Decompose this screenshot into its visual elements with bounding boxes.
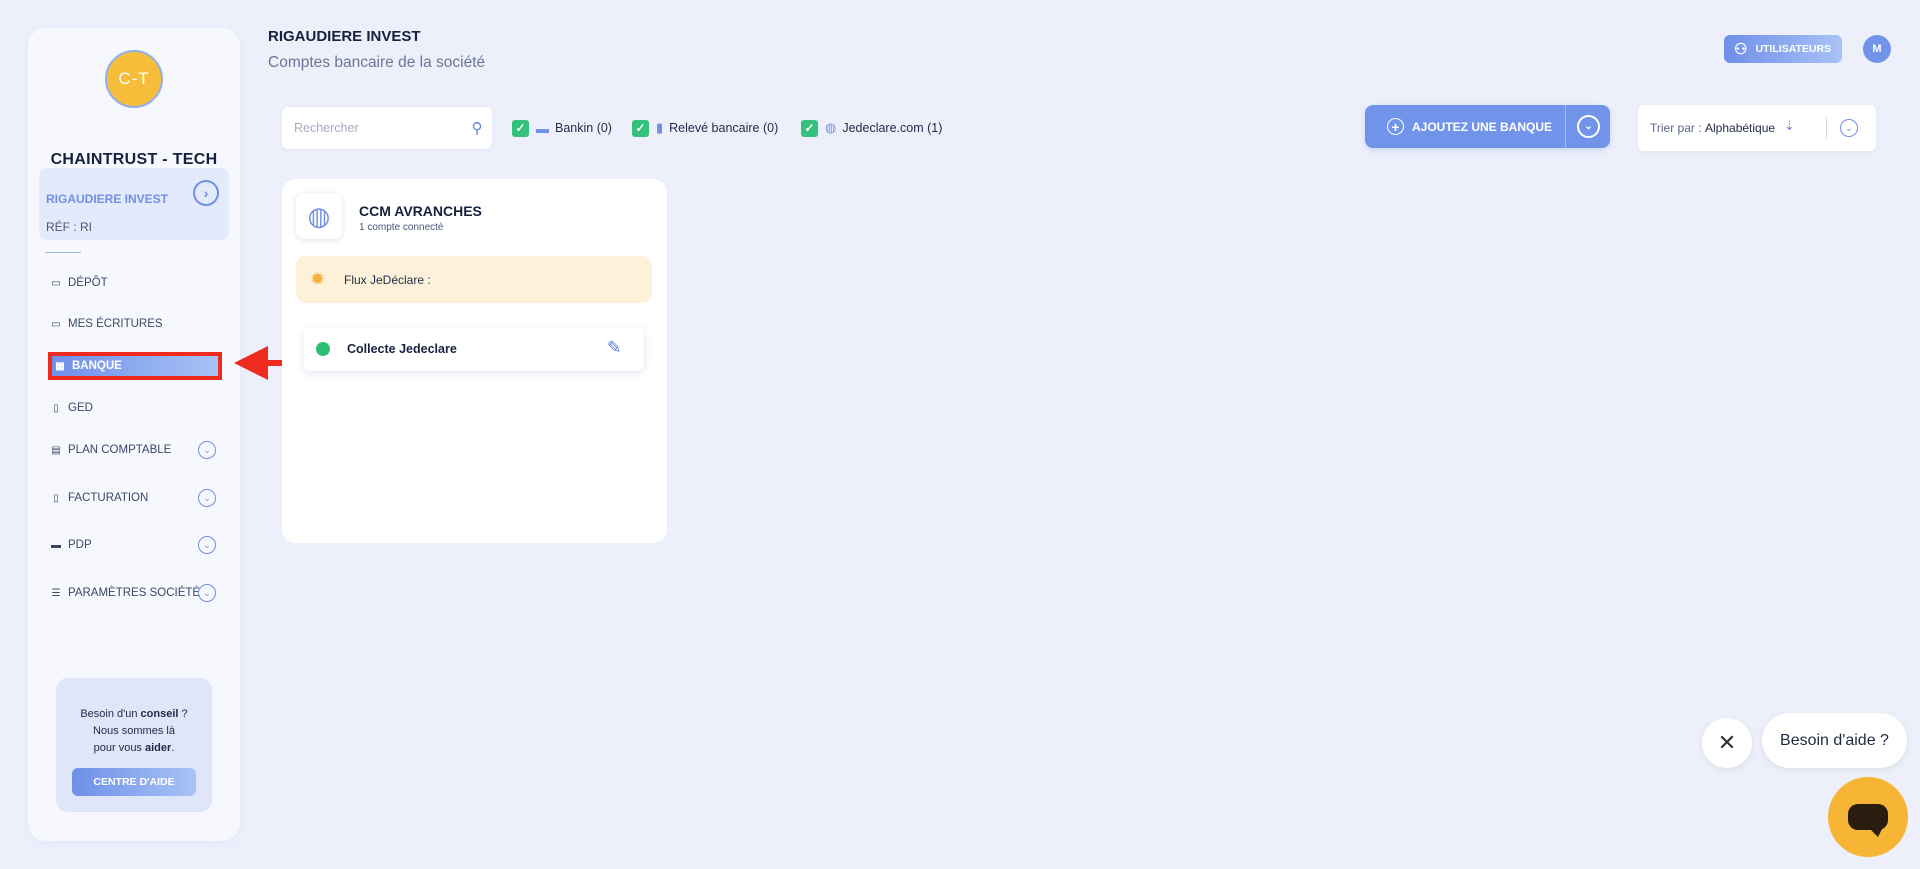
chat-bubble[interactable]: Besoin d'aide ?: [1762, 713, 1907, 768]
sidebar-item-banque[interactable]: ▦ BANQUE: [48, 352, 222, 380]
add-bank-button-group: + AJOUTEZ UNE BANQUE ⌄: [1365, 105, 1610, 148]
chevron-down-icon[interactable]: ⌄: [198, 584, 216, 602]
user-avatar[interactable]: M: [1863, 35, 1891, 63]
close-icon[interactable]: ✕: [1702, 718, 1752, 768]
document-search-icon: ▯: [53, 402, 59, 414]
entity-ref: RÉF : RI: [46, 220, 93, 234]
chevron-down-icon[interactable]: ⌄: [1577, 115, 1600, 138]
card-icon: ▬: [536, 120, 549, 136]
flux-label: Flux JeDéclare :: [344, 273, 431, 287]
ledger-icon: ▤: [51, 444, 61, 456]
add-bank-label: AJOUTEZ UNE BANQUE: [1412, 119, 1553, 134]
users-button-label: UTILISATEURS: [1755, 43, 1832, 55]
sidebar-item-label: MES ÉCRITURES: [68, 318, 163, 330]
card-icon: ▬: [51, 539, 61, 551]
filter-jedeclare[interactable]: ✓ ◍ Jedeclare.com (1): [801, 119, 942, 137]
sidebar-item-depot[interactable]: ▭ DÉPÔT: [50, 271, 220, 295]
bank-name: CCM AVRANCHES: [359, 203, 482, 219]
sort-value: Alphabétique: [1705, 121, 1776, 135]
filter-releve-bancaire[interactable]: ✓ ▮ Relevé bancaire (0): [632, 119, 778, 137]
search-icon[interactable]: ⚲: [468, 119, 486, 137]
filter-label: Bankin (0): [555, 121, 612, 135]
users-button[interactable]: ⚇ UTILISATEURS: [1724, 35, 1842, 63]
help-box: Besoin d'un conseil ? Nous sommes là pou…: [56, 678, 212, 812]
bank-card[interactable]: ◍ CCM AVRANCHES 1 compte connecté ✹ Flux…: [282, 179, 667, 543]
sidebar-item-plan-comptable[interactable]: ▤ PLAN COMPTABLE ⌄: [50, 438, 220, 462]
sort-separator: [1826, 118, 1827, 138]
plus-circle-icon: +: [1387, 118, 1404, 135]
sidebar-item-label: FACTURATION: [68, 492, 149, 504]
folder-upload-icon: ▭: [51, 277, 61, 289]
lightbulb-icon: ✹: [310, 269, 326, 289]
annotation-arrow-head: [234, 346, 268, 380]
sidebar-item-label: PARAMÈTRES SOCIÉTÉ: [68, 587, 201, 599]
bank-icon: ▦: [55, 360, 65, 372]
sort-control[interactable]: Trier par : Alphabétique ⇣ ⌄: [1638, 105, 1876, 151]
chat-icon: [1848, 804, 1888, 837]
users-icon: ⚇: [1734, 41, 1748, 58]
document-icon: ▮: [656, 120, 664, 135]
filter-label: Relevé bancaire (0): [669, 121, 779, 135]
sidebar-item-ged[interactable]: ▯ GED: [50, 396, 220, 420]
entity-selector[interactable]: RIGAUDIERE INVEST RÉF : RI ›: [39, 168, 229, 240]
sidebar-item-label: DÉPÔT: [68, 277, 108, 289]
chevron-down-icon[interactable]: ⌄: [198, 536, 216, 554]
page-title: RIGAUDIERE INVEST: [268, 28, 421, 45]
sidebar-item-label: BANQUE: [72, 360, 122, 372]
invoice-icon: ▯: [53, 492, 59, 504]
sort-label: Trier par :: [1650, 121, 1702, 135]
entity-name: RIGAUDIERE INVEST: [46, 192, 169, 206]
nav-divider: [45, 252, 81, 253]
sidebar-item-label: GED: [68, 402, 93, 414]
globe-icon: ◍: [296, 193, 342, 239]
company-name: CHAINTRUST - TECH: [50, 151, 218, 168]
add-bank-button[interactable]: + AJOUTEZ UNE BANQUE: [1365, 105, 1565, 148]
bank-account-count: 1 compte connecté: [359, 222, 444, 233]
sidebar-item-pdp[interactable]: ▬ PDP ⌄: [50, 533, 220, 557]
sliders-icon: ☰: [51, 587, 61, 599]
flux-banner: ✹ Flux JeDéclare :: [296, 256, 652, 303]
chat-launcher-button[interactable]: [1828, 777, 1908, 857]
sort-alpha-icon[interactable]: ⇣: [1784, 118, 1795, 134]
filter-bankin[interactable]: ✓ ▬ Bankin (0): [512, 119, 612, 137]
account-name: Collecte Jedeclare: [347, 342, 457, 356]
account-row[interactable]: Collecte Jedeclare ✎: [304, 327, 644, 371]
sidebar-item-label: PDP: [68, 539, 92, 551]
search-input[interactable]: [294, 118, 454, 138]
folder-sync-icon: ▭: [51, 318, 61, 330]
sidebar-item-label: PLAN COMPTABLE: [68, 444, 172, 456]
help-text: Besoin d'un conseil ? Nous sommes là pou…: [80, 708, 188, 754]
sidebar: C-T CHAINTRUST - TECH RIGAUDIERE INVEST …: [28, 28, 240, 841]
sidebar-item-parametres-societe[interactable]: ☰ PARAMÈTRES SOCIÉTÉ ⌄: [50, 581, 220, 605]
search-box: ⚲: [282, 107, 492, 149]
checkbox-checked-icon[interactable]: ✓: [632, 119, 649, 137]
chevron-down-icon[interactable]: ⌄: [198, 441, 216, 459]
edit-pencil-icon[interactable]: ✎: [607, 338, 621, 358]
sidebar-item-mes-ecritures[interactable]: ▭ MES ÉCRITURES: [50, 312, 220, 336]
checkbox-checked-icon[interactable]: ✓: [512, 119, 529, 137]
chevron-down-icon[interactable]: ⌄: [198, 489, 216, 507]
chevron-down-icon[interactable]: ⌄: [1840, 119, 1858, 137]
checkbox-checked-icon[interactable]: ✓: [801, 119, 818, 137]
sidebar-item-facturation[interactable]: ▯ FACTURATION ⌄: [50, 486, 220, 510]
status-dot: [316, 342, 330, 356]
filter-label: Jedeclare.com (1): [842, 121, 943, 135]
globe-icon: ◍: [825, 120, 837, 135]
page-subtitle: Comptes bancaire de la société: [268, 54, 486, 71]
help-center-button[interactable]: CENTRE D'AIDE: [72, 768, 196, 796]
add-bank-separator: [1565, 105, 1566, 148]
company-avatar[interactable]: C-T: [105, 50, 163, 108]
chevron-right-icon[interactable]: ›: [193, 180, 219, 206]
